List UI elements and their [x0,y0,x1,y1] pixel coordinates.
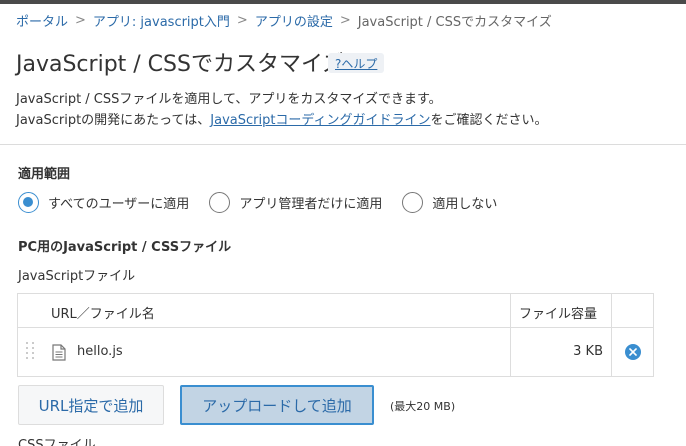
remove-file-button[interactable] [625,344,641,360]
coding-guideline-link[interactable]: JavaScriptコーディングガイドライン [210,113,430,128]
breadcrumb-app[interactable]: アプリ: javascript入門 [93,11,230,30]
add-by-url-button[interactable]: URL指定で追加 [18,385,164,425]
divider [0,144,686,145]
file-name: hello.js [77,344,123,359]
breadcrumb-separator: > [236,13,248,28]
scope-label: 適用範囲 [18,167,71,182]
radio-label: アプリ管理者だけに適用 [239,197,383,212]
breadcrumb-current: JavaScript / CSSでカスタマイズ [357,15,552,30]
radio-button[interactable] [402,192,424,213]
javascript-file-table: URL／ファイル名 ファイル容量 hello.js 3 KB [17,293,654,377]
breadcrumb-separator: > [339,13,351,28]
breadcrumb-separator: > [75,13,86,28]
table-row: hello.js 3 KB [18,329,653,376]
pc-files-title: PC用のJavaScript / CSSファイル [18,240,232,255]
table-header-row: URL／ファイル名 ファイル容量 [18,294,653,328]
file-icon [52,344,66,361]
breadcrumb: ポータル > アプリ: javascript入門 > アプリの設定 > Java… [16,11,552,30]
radio-button[interactable] [209,192,231,213]
description-suffix: をご確認ください。 [430,113,548,128]
top-bar [0,0,686,4]
radio-button[interactable] [18,192,39,213]
scope-option-all-users[interactable]: すべてのユーザーに適用 [18,192,189,213]
drag-handle-icon[interactable] [23,340,39,364]
column-header-name: URL／ファイル名 [51,307,155,322]
css-files-label: CSSファイル [18,438,96,446]
radio-label: すべてのユーザーに適用 [48,197,190,212]
javascript-files-label: JavaScriptファイル [18,269,136,284]
close-icon [629,348,637,356]
description-line-2: JavaScriptの開発にあたっては、JavaScriptコーディングガイドラ… [16,109,548,128]
file-size: 3 KB [573,344,603,359]
breadcrumb-app-settings[interactable]: アプリの設定 [255,11,333,30]
description-prefix: JavaScriptの開発にあたっては、 [16,113,211,128]
max-size-note: (最大20 MB) [390,400,456,413]
description-line-1: JavaScript / CSSファイルを適用して、アプリをカスタマイズできます… [16,92,442,107]
page-title: JavaScript / CSSでカスタマイズ [16,52,345,77]
scope-option-none[interactable]: 適用しない [402,192,497,213]
help-link[interactable]: ?ヘルプ [328,53,385,73]
scope-radio-group: すべてのユーザーに適用 アプリ管理者だけに適用 適用しない [18,192,517,213]
breadcrumb-portal[interactable]: ポータル [16,11,68,30]
column-header-size: ファイル容量 [519,307,598,322]
scope-option-admins-only[interactable]: アプリ管理者だけに適用 [209,192,382,213]
radio-label: 適用しない [432,197,498,212]
upload-add-button[interactable]: アップロードして追加 [180,385,374,425]
